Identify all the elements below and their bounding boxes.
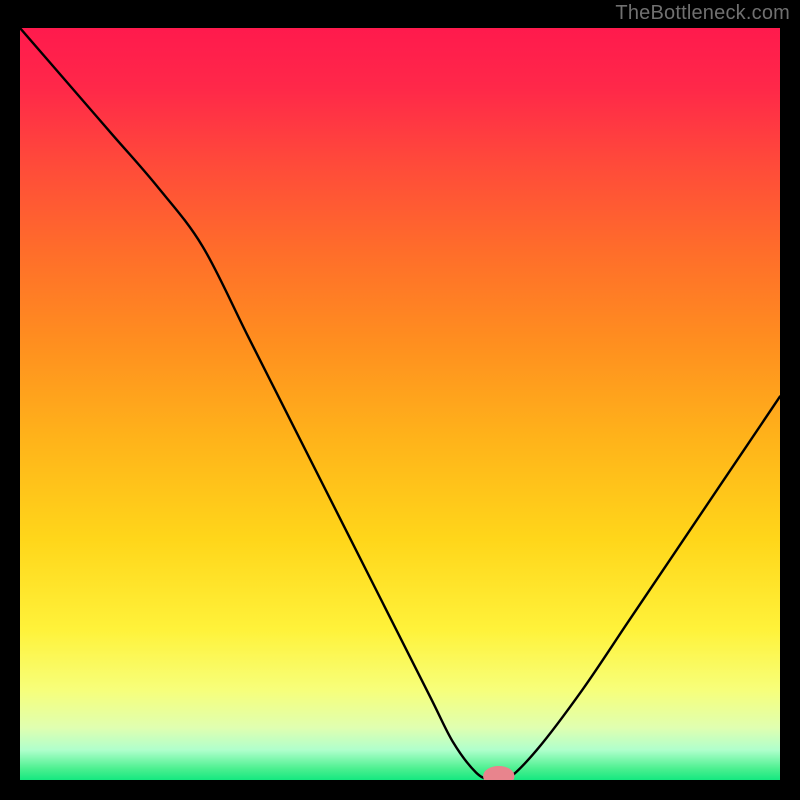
bottleneck-chart [20,28,780,780]
gradient-background [20,28,780,780]
watermark-text: TheBottleneck.com [615,2,790,25]
plot-area [20,28,780,780]
chart-frame: TheBottleneck.com [0,0,800,800]
